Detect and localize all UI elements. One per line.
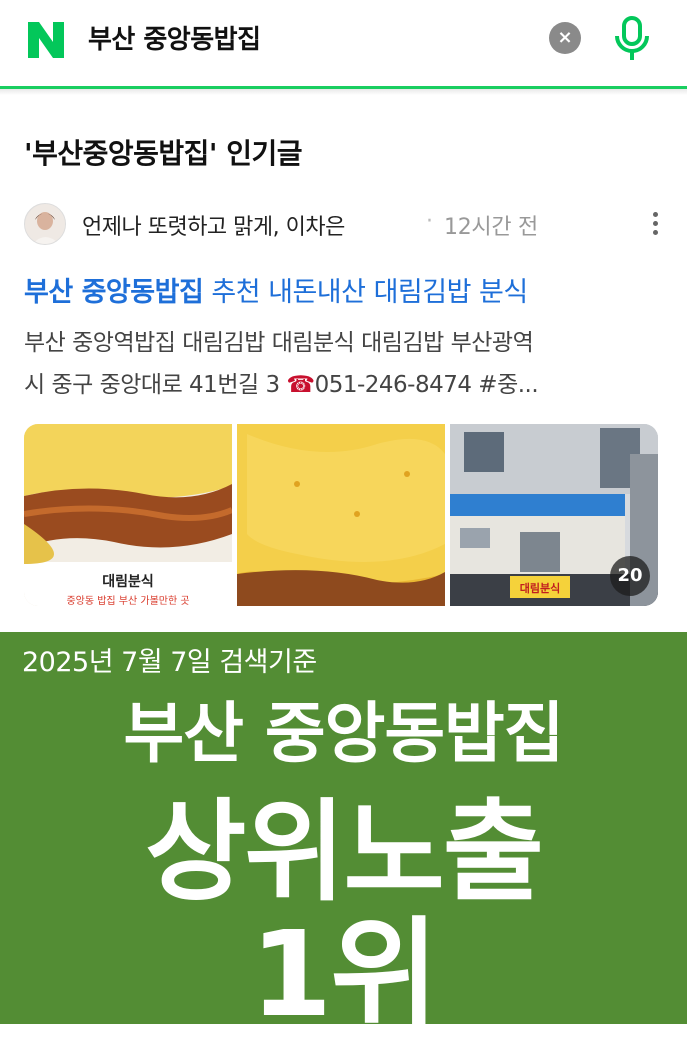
- snippet-phone: 051-246-8474 #중...: [314, 372, 539, 398]
- thumbnail-3[interactable]: 대림분식 20: [450, 424, 658, 606]
- post-snippet[interactable]: 부산 중앙역밥집 대림김밥 대림분식 대림김밥 부산광역 시 중구 중앙대로 4…: [24, 322, 656, 406]
- section-title: '부산중앙동밥집' 인기글: [24, 137, 303, 170]
- thumbnail-2[interactable]: [237, 424, 445, 606]
- thumbnail-1-subcaption: 중앙동 밥집 부산 가볼만한 곳: [66, 595, 189, 606]
- clear-search-button[interactable]: ×: [549, 22, 581, 54]
- microphone-icon[interactable]: [612, 16, 652, 62]
- meta-separator: ·: [426, 209, 433, 234]
- image-count-badge: 20: [610, 556, 650, 596]
- search-input[interactable]: 부산 중앙동밥집: [88, 18, 261, 62]
- post-title-keyword: 부산 중앙동밥집: [24, 277, 204, 308]
- author-row[interactable]: 언제나 또렷하고 맑게, 이차은 · 12시간 전: [24, 203, 664, 247]
- image-gallery[interactable]: 대림분식 중앙동 밥집 부산 가볼만한 곳 대림분식 20: [24, 424, 658, 606]
- post-title-link[interactable]: 부산 중앙동밥집 추천 내돈내산 대림김밥 분식: [24, 270, 528, 309]
- naver-logo-icon[interactable]: [24, 20, 68, 60]
- banner-rank: 1위: [250, 905, 439, 1043]
- snippet-line-1: 부산 중앙역밥집 대림김밥 대림분식 대림김밥 부산광역: [24, 330, 534, 356]
- search-bar: 부산 중앙동밥집 ×: [0, 0, 687, 86]
- more-options-icon[interactable]: [646, 209, 664, 241]
- header-shadow: [0, 89, 687, 95]
- thumbnail-1[interactable]: 대림분식 중앙동 밥집 부산 가볼만한 곳: [24, 424, 232, 606]
- post-title-rest: 추천 내돈내산 대림김밥 분식: [203, 277, 528, 308]
- snippet-address: 시 중구 중앙대로 41번길 3: [24, 372, 287, 398]
- telephone-icon: ☎: [286, 372, 315, 398]
- banner-date: 2025년 7월 7일 검색기준: [22, 647, 317, 678]
- author-avatar[interactable]: [24, 203, 66, 245]
- storefront-sign: 대림분식: [520, 581, 560, 595]
- snippet-line-2: 시 중구 중앙대로 41번길 3 ☎051-246-8474 #중...: [24, 364, 656, 406]
- thumbnail-1-caption: 대림분식: [102, 574, 154, 590]
- author-name[interactable]: 언제나 또렷하고 맑게, 이차은: [82, 209, 345, 241]
- post-time: 12시간 전: [444, 215, 538, 240]
